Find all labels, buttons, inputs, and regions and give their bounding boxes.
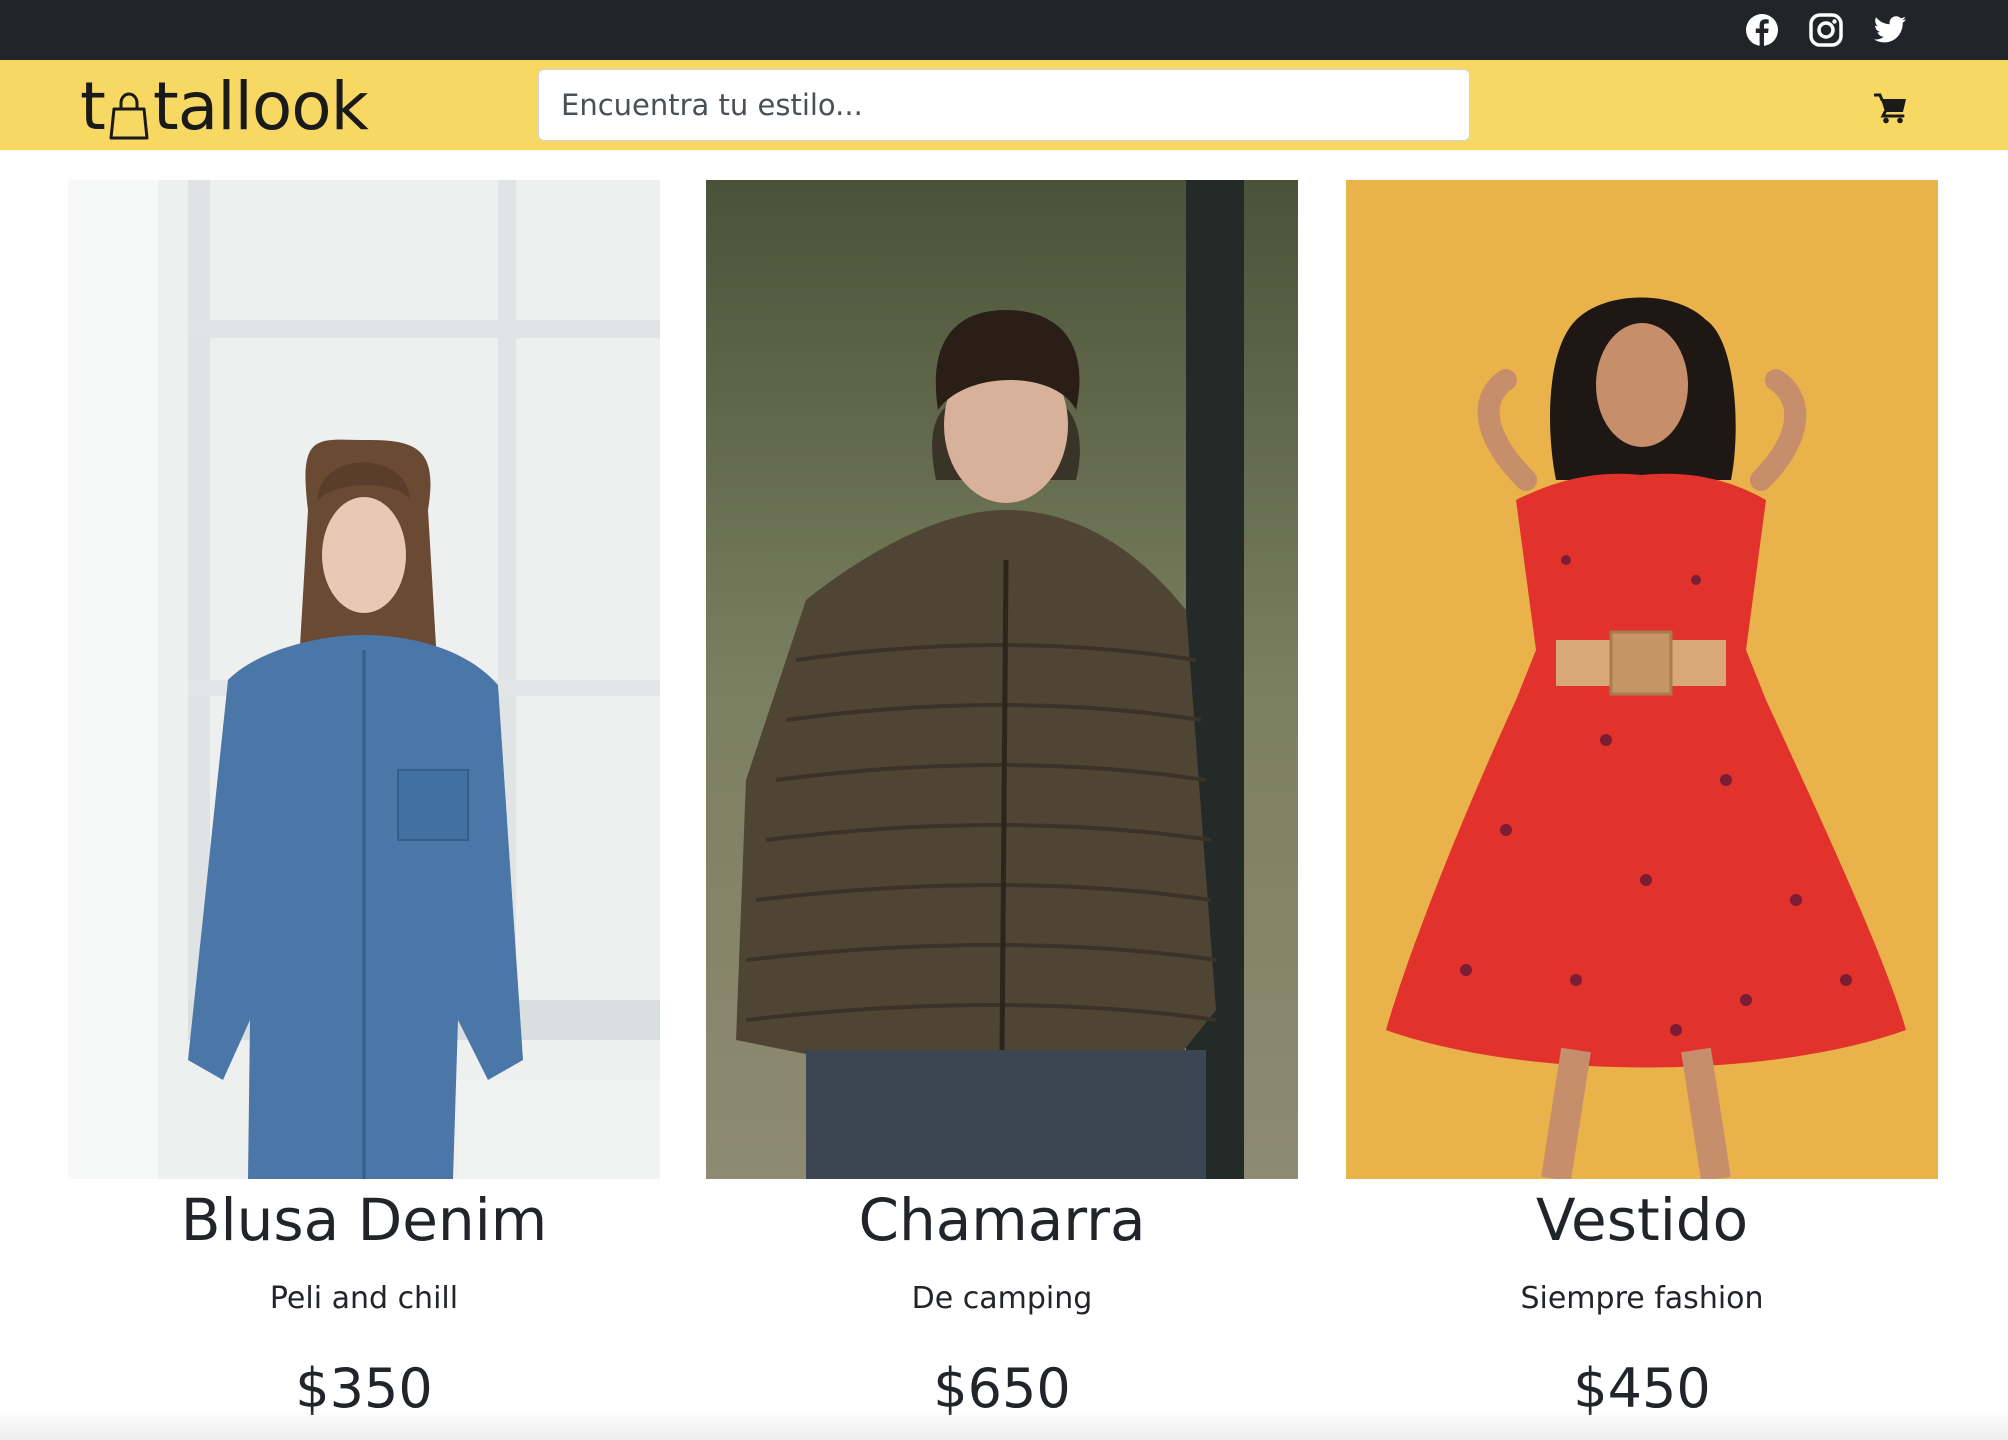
product-photo-jacket[interactable]: [706, 180, 1298, 1179]
shopping-bag-icon: [107, 86, 151, 140]
brand-suffix: tallook: [152, 68, 369, 145]
twitter-icon[interactable]: [1872, 12, 1908, 48]
product-card[interactable]: Blusa Denim Peli and chill $350: [68, 180, 660, 1419]
product-name[interactable]: Blusa Denim: [68, 1187, 660, 1253]
social-links: [1744, 12, 1908, 48]
product-card[interactable]: Chamarra De camping $650: [706, 180, 1298, 1419]
product-tagline: De camping: [911, 1281, 1093, 1316]
scroll-fade: [0, 1410, 2008, 1440]
brand-prefix: t: [80, 68, 106, 145]
product-photo-dress[interactable]: [1346, 180, 1938, 1179]
top-bar: [0, 0, 2008, 60]
shopping-cart-icon[interactable]: [1873, 92, 1908, 124]
product-name[interactable]: Vestido: [1346, 1187, 1938, 1253]
instagram-icon[interactable]: [1808, 12, 1844, 48]
product-photo-denim-blouse[interactable]: [68, 180, 660, 1179]
facebook-icon[interactable]: [1744, 12, 1780, 48]
product-name[interactable]: Chamarra: [706, 1187, 1298, 1253]
brand-logo[interactable]: t tallook: [80, 68, 369, 145]
product-tagline: Siempre fashion: [1520, 1281, 1764, 1316]
product-tagline: Peli and chill: [269, 1281, 459, 1316]
search-input[interactable]: [538, 69, 1470, 141]
product-card[interactable]: Vestido Siempre fashion $450: [1346, 180, 1938, 1419]
